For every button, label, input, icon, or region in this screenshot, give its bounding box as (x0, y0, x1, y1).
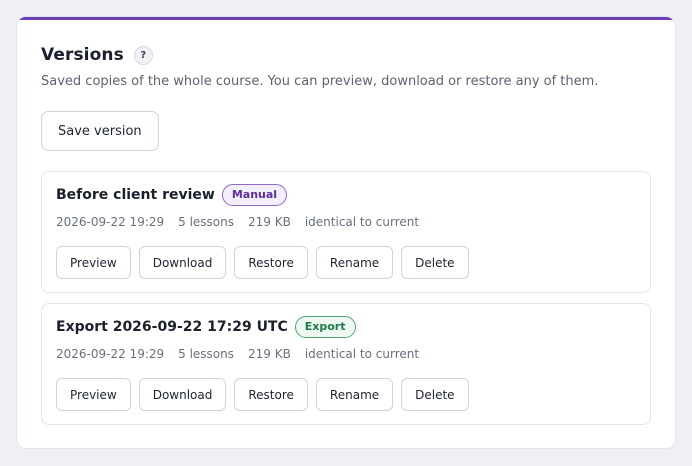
version-card: Export 2026-09-22 17:29 UTC Export 2026-… (41, 303, 651, 425)
version-actions: Preview Download Restore Rename Delete (56, 378, 469, 411)
version-card: Before client review Manual 2026-09-22 1… (41, 171, 651, 293)
preview-button[interactable]: Preview (56, 246, 131, 279)
delete-button[interactable]: Delete (401, 378, 469, 411)
version-status: identical to current (304, 347, 420, 361)
version-date: 2026-09-22 19:29 (56, 347, 165, 361)
download-button[interactable]: Download (138, 378, 227, 411)
preview-button[interactable]: Preview (56, 378, 131, 411)
version-type-badge: Manual (221, 184, 288, 206)
version-size: 219 KB (248, 215, 291, 229)
panel-accent-bar (17, 17, 675, 20)
version-actions: Preview Download Restore Rename Delete (56, 246, 469, 279)
version-size: 219 KB (248, 347, 291, 361)
version-name: Export 2026-09-22 17:29 UTC (56, 319, 288, 335)
version-lessons: 5 lessons (178, 215, 235, 229)
restore-button[interactable]: Restore (234, 246, 308, 279)
version-lessons: 5 lessons (178, 347, 235, 361)
help-icon[interactable]: ? (133, 45, 153, 65)
versions-panel: Versions ? Saved copies of the whole cou… (16, 16, 676, 449)
page-title: Versions (41, 45, 124, 65)
save-version-button[interactable]: Save version (41, 111, 159, 151)
version-meta: 2026-09-22 19:29 5 lessons 219 KB identi… (56, 215, 419, 229)
panel-header: Versions ? (41, 45, 153, 65)
version-meta: 2026-09-22 19:29 5 lessons 219 KB identi… (56, 347, 419, 361)
version-status: identical to current (304, 215, 420, 229)
delete-button[interactable]: Delete (401, 246, 469, 279)
restore-button[interactable]: Restore (234, 378, 308, 411)
version-name: Before client review (56, 187, 215, 203)
download-button[interactable]: Download (138, 246, 227, 279)
version-title-row: Before client review Manual (56, 184, 288, 206)
version-title-row: Export 2026-09-22 17:29 UTC Export (56, 316, 356, 338)
page-subtitle: Saved copies of the whole course. You ca… (41, 74, 599, 89)
rename-button[interactable]: Rename (315, 378, 394, 411)
version-type-badge: Export (294, 316, 356, 338)
rename-button[interactable]: Rename (315, 246, 394, 279)
version-date: 2026-09-22 19:29 (56, 215, 165, 229)
